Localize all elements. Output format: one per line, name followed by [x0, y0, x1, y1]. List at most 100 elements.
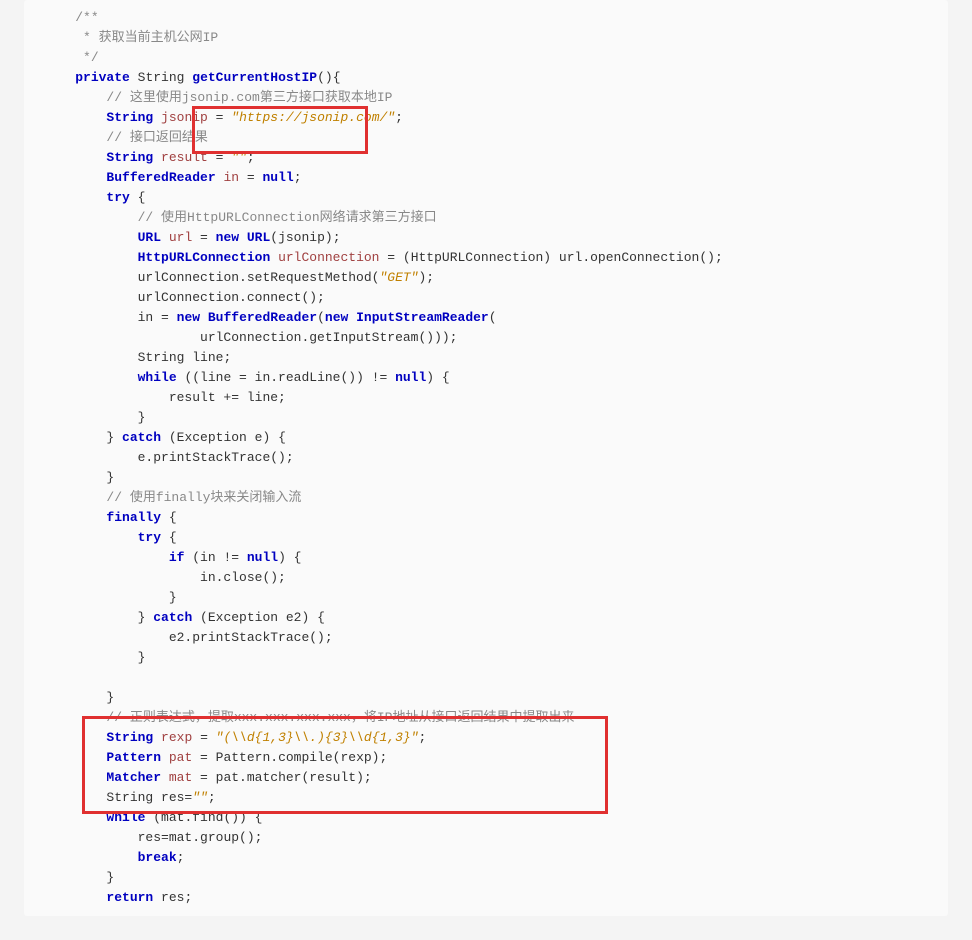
type-string: String: [106, 150, 153, 165]
brace: }: [169, 590, 177, 605]
brace: }: [138, 610, 154, 625]
comment: */: [75, 50, 98, 65]
comment: // 这里使用jsonip.com第三方接口获取本地IP: [106, 90, 392, 105]
comment: * 获取当前主机公网IP: [75, 30, 218, 45]
keyword-private: private: [75, 70, 130, 85]
type-url: URL: [138, 230, 161, 245]
tail: (Exception e2) {: [192, 610, 325, 625]
tail: ) {: [426, 370, 449, 385]
type-pattern: Pattern: [106, 750, 161, 765]
stmt: result += line;: [169, 390, 286, 405]
tail: = (HttpURLConnection) url.openConnection…: [379, 250, 722, 265]
assign: in =: [138, 310, 177, 325]
decl: String res=: [106, 790, 192, 805]
code-block: /** * 获取当前主机公网IP */ private String getCu…: [24, 0, 948, 916]
eq: =: [208, 150, 231, 165]
call: urlConnection.getInputStream()));: [200, 330, 457, 345]
brace: }: [106, 470, 114, 485]
keyword-catch: catch: [153, 610, 192, 625]
type-string: String: [106, 730, 153, 745]
var-rexp: rexp: [161, 730, 192, 745]
comment: /**: [75, 10, 98, 25]
string-literal: "": [231, 150, 247, 165]
paren: (: [317, 310, 325, 325]
comment: // 使用finally块来关闭输入流: [106, 490, 301, 505]
comment: // 使用HttpURLConnection网络请求第三方接口: [138, 210, 437, 225]
ctor-inputstreamreader: InputStreamReader: [356, 310, 489, 325]
var-urlconnection: urlConnection: [278, 250, 379, 265]
var-jsonip: jsonip: [161, 110, 208, 125]
code-wrapper: /** * 获取当前主机公网IP */ private String getCu…: [0, 0, 972, 916]
code-content: /** * 获取当前主机公网IP */ private String getCu…: [24, 8, 948, 908]
tail: (Exception e) {: [161, 430, 286, 445]
ctor-bufferedreader: BufferedReader: [208, 310, 317, 325]
brace: }: [138, 650, 146, 665]
type-bufferedreader: BufferedReader: [106, 170, 215, 185]
type-string: String: [138, 70, 185, 85]
brace: {: [161, 530, 177, 545]
method-name: getCurrentHostIP: [192, 70, 317, 85]
tail: = Pattern.compile(rexp);: [192, 750, 387, 765]
keyword-if: if: [169, 550, 185, 565]
eq: =: [239, 170, 262, 185]
call: urlConnection.connect();: [138, 290, 325, 305]
null-literal: null: [262, 170, 293, 185]
tail: (mat.find()) {: [145, 810, 262, 825]
tail: = pat.matcher(result);: [192, 770, 371, 785]
tail: (jsonip);: [270, 230, 340, 245]
keyword-break: break: [138, 850, 177, 865]
keyword-return: return: [106, 890, 153, 905]
semi: ;: [395, 110, 403, 125]
semi: ;: [208, 790, 216, 805]
brace: }: [106, 690, 114, 705]
string-literal: "https://jsonip.com/": [231, 110, 395, 125]
keyword-try: try: [138, 530, 161, 545]
cond: ((line = in.readLine()) !=: [177, 370, 395, 385]
semi: ;: [294, 170, 302, 185]
keyword-new: new: [325, 310, 348, 325]
keyword-finally: finally: [106, 510, 161, 525]
type-matcher: Matcher: [106, 770, 161, 785]
semi: ;: [177, 850, 185, 865]
semi: ;: [419, 730, 427, 745]
semi: ;: [247, 150, 255, 165]
keyword-catch: catch: [122, 430, 161, 445]
var-url: url: [169, 230, 192, 245]
paren: (){: [317, 70, 340, 85]
decl: String line;: [138, 350, 232, 365]
call: urlConnection.setRequestMethod(: [138, 270, 380, 285]
stmt: in.close();: [200, 570, 286, 585]
null-literal: null: [395, 370, 426, 385]
tail: );: [418, 270, 434, 285]
eq: =: [192, 730, 215, 745]
brace: {: [130, 190, 146, 205]
tail: ) {: [278, 550, 301, 565]
keyword-new: new: [216, 230, 239, 245]
type-string: String: [106, 110, 153, 125]
type-httpurlconnection: HttpURLConnection: [138, 250, 271, 265]
comment: // 接口返回结果: [106, 130, 207, 145]
var-mat: mat: [169, 770, 192, 785]
var-result: result: [161, 150, 208, 165]
brace: }: [138, 410, 146, 425]
tail: (: [489, 310, 497, 325]
eq: =: [192, 230, 215, 245]
eq: =: [208, 110, 231, 125]
string-literal: "": [192, 790, 208, 805]
brace: {: [161, 510, 177, 525]
brace: }: [106, 430, 122, 445]
keyword-while: while: [106, 810, 145, 825]
var-in: in: [223, 170, 239, 185]
var-pat: pat: [169, 750, 192, 765]
brace: }: [106, 870, 114, 885]
null-literal: null: [247, 550, 278, 565]
string-literal: "GET": [379, 270, 418, 285]
string-literal: "(\\d{1,3}\\.){3}\\d{1,3}": [216, 730, 419, 745]
keyword-while: while: [138, 370, 177, 385]
cond: (in !=: [184, 550, 246, 565]
comment: // 正则表达式，提取xxx.xxx.xxx.xxx，将IP地址从接口返回结果中…: [106, 710, 574, 725]
stmt: res=mat.group();: [138, 830, 263, 845]
ctor-url: URL: [247, 230, 270, 245]
stmt: e.printStackTrace();: [138, 450, 294, 465]
keyword-try: try: [106, 190, 129, 205]
